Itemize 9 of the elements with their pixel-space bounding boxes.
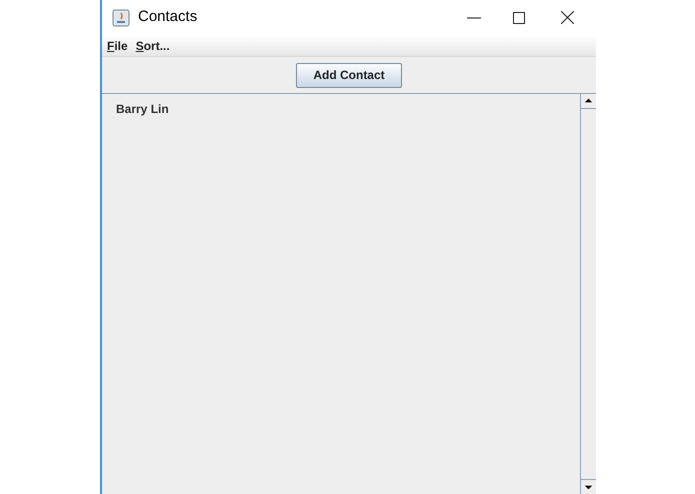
- close-icon[interactable]: [561, 11, 574, 24]
- contact-item[interactable]: Barry Lin: [116, 100, 169, 116]
- menu-item[interactable]: Sort...: [136, 36, 170, 54]
- add-contact-button[interactable]: Add Contact: [296, 62, 402, 88]
- app-icon: [112, 8, 130, 26]
- window-title: Contacts: [138, 7, 198, 28]
- scrollbar[interactable]: [580, 94, 596, 494]
- menu-item[interactable]: File: [107, 36, 128, 54]
- maximize-icon[interactable]: [513, 12, 525, 24]
